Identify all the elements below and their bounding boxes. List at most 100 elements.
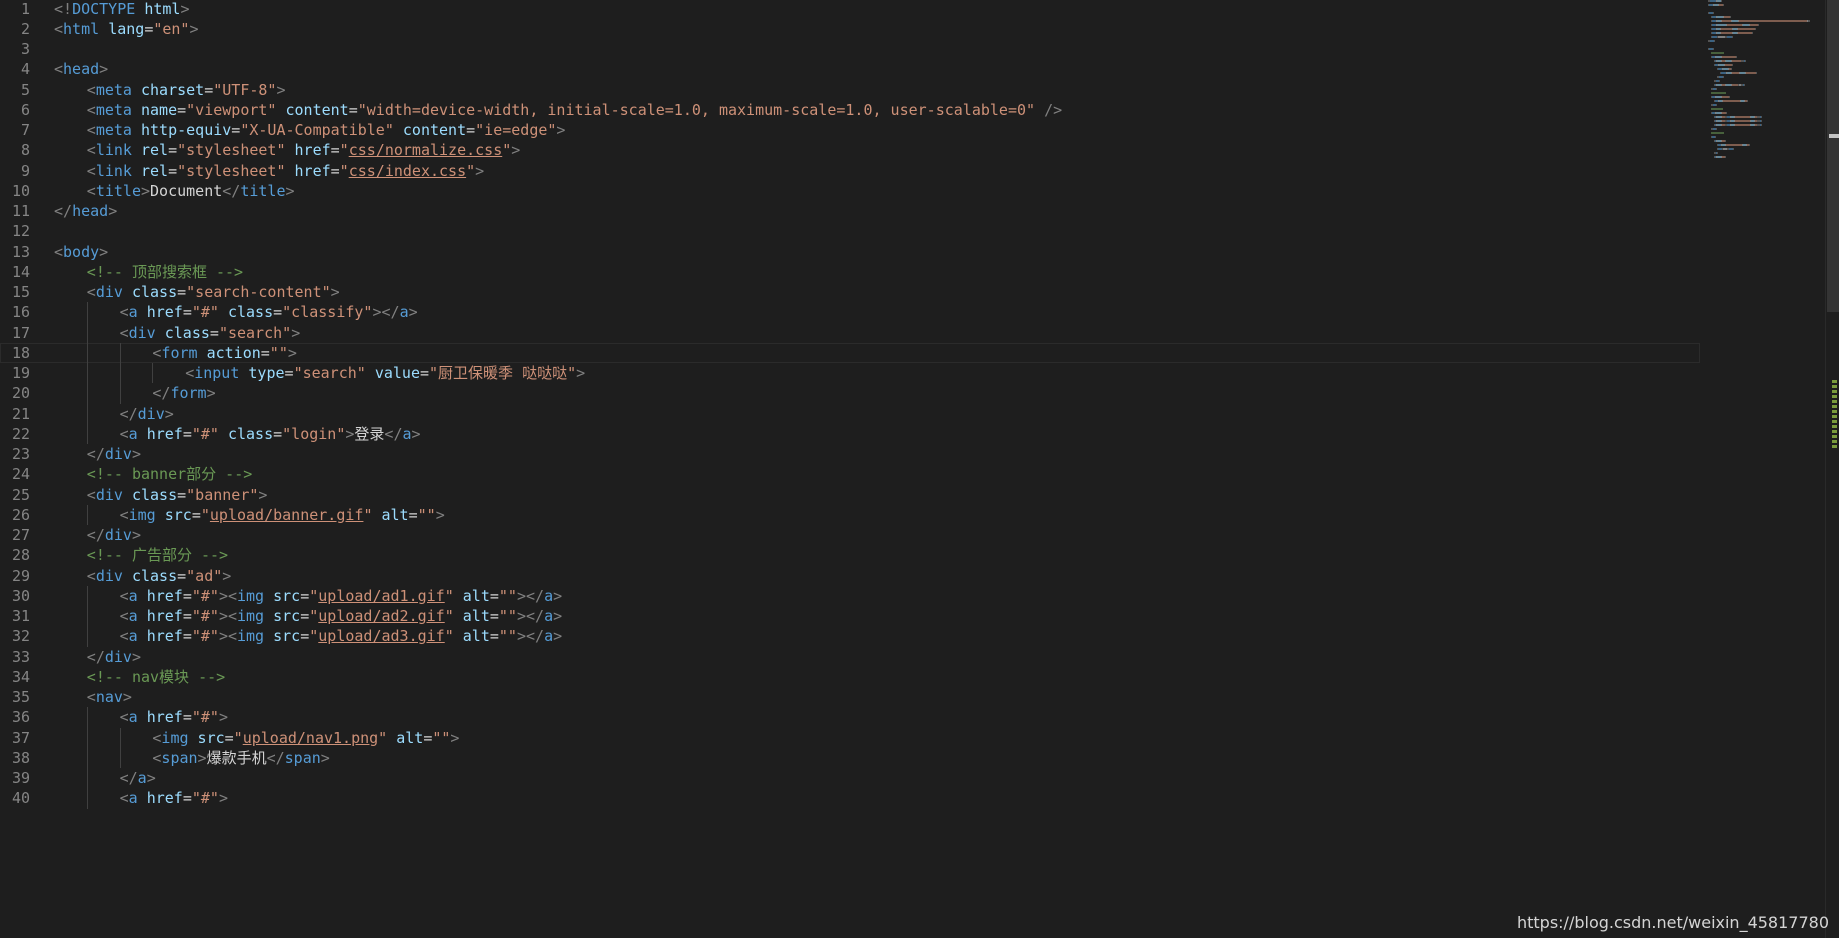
minimap-token [1721,28,1732,30]
code-line[interactable]: 10 <title>Document</title> [0,181,1700,201]
code-string: "search-content" [186,283,331,301]
line-code: </div> [87,525,141,545]
code-tag-name: link [95,161,132,180]
line-number: 30 [11,586,30,605]
code-line[interactable]: 31 <a href="#"><img src="upload/ad2.gif" … [0,606,1700,627]
line-code: <img src="upload/banner.gif" alt=""> [120,505,445,525]
line-code: </head> [54,201,117,221]
code-text: = [182,424,192,443]
code-punctuation: > [131,445,141,463]
line-code: <div class="search"> [120,323,301,343]
code-attribute: class [164,323,210,342]
code-tag-name: title [240,181,286,200]
code-string: " [309,607,319,625]
code-text: = [209,323,219,342]
code-text: = [348,100,358,119]
code-line[interactable]: 27 </div> [0,525,1700,545]
code-line[interactable]: 3 [0,39,1700,59]
code-line[interactable]: 29 <div class="ad"> [0,566,1700,586]
code-line[interactable]: 19 <input type="search" value="厨卫保暖季 哒哒哒"… [0,363,1700,384]
code-line[interactable]: 36 <a href="#"> [0,707,1700,728]
code-line[interactable]: 14 <!-- 顶部搜索框 --> [0,262,1700,282]
code-editor[interactable]: 1 <!DOCTYPE html> 2 <html lang="en"> 3 4 <head… [0,0,1839,938]
code-attribute: href [146,303,183,322]
code-line[interactable]: 24 <!-- banner部分 --> [0,464,1700,484]
code-string: "stylesheet" [177,161,286,180]
line-code: <a href="#" class="login">登录</a> [120,424,421,444]
indent-guide [86,322,88,343]
code-line[interactable]: 28 <!-- 广告部分 --> [0,545,1700,565]
minimap-token [1721,0,1722,2]
line-code: <!-- 广告部分 --> [87,545,228,565]
code-line[interactable]: 37 <img src="upload/nav1.png" alt=""> [0,727,1700,748]
code-line[interactable]: 6 <meta name="viewport" content="width=de… [0,100,1700,120]
code-text: = [182,708,192,727]
code-line[interactable]: 4 <head> [0,59,1700,79]
indent-guide [119,342,121,363]
minimap-token [1727,24,1742,26]
code-string: " [444,607,454,625]
code-line[interactable]: 39 </a> [0,768,1700,789]
code-line[interactable]: 22 <a href="#" class="login">登录</a> [0,423,1700,444]
vertical-scrollbar[interactable] [1825,0,1839,938]
code-text: 爆款手机 [206,748,267,767]
code-line[interactable]: 8 <link rel="stylesheet" href="css/normal… [0,140,1700,160]
code-tag-name: a [128,586,138,605]
minimap[interactable] [1708,0,1826,170]
code-line[interactable]: 30 <a href="#"><img src="upload/ad1.gif" … [0,585,1700,606]
indent-guide [86,504,88,525]
minimap-token [1744,84,1745,86]
code-tag-name: a [137,769,147,787]
code-line[interactable]: 16 <a href="#" class="classify"></a> [0,302,1700,323]
code-text: = [177,283,187,301]
code-line[interactable]: 34 <!-- nav模块 --> [0,667,1700,687]
code-attribute: href [146,586,183,605]
code-line[interactable]: 23 </div> [0,444,1700,464]
code-line[interactable]: 12 [0,221,1700,241]
code-text: = [191,505,201,524]
code-punctuation: > [197,748,207,767]
code-punctuation: < [86,181,96,200]
code-punctuation: > [285,181,295,200]
code-line[interactable]: 40 <a href="#"> [0,788,1700,809]
code-line[interactable]: 9 <link rel="stylesheet" href="css/index.… [0,161,1700,181]
code-line[interactable]: 32 <a href="#"><img src="upload/ad3.gif" … [0,626,1700,647]
code-text: = [144,19,154,38]
line-number: 25 [11,485,30,504]
line-number: 40 [11,789,30,808]
code-line[interactable]: 15 <div class="search-content"> [0,282,1700,302]
code-line[interactable]: 1 <!DOCTYPE html> [0,0,1700,19]
code-lines[interactable]: 1 <!DOCTYPE html> 2 <html lang="en"> 3 4 <head… [0,0,1700,938]
code-attribute: name [140,100,178,119]
code-punctuation: < [86,80,96,99]
line-code: <meta charset="UTF-8"> [87,80,286,100]
scrollbar-thumb[interactable] [1827,0,1839,312]
code-attribute: href [294,141,331,160]
code-line[interactable]: 26 <img src="upload/banner.gif" alt=""> [0,504,1700,525]
indent-guide [86,626,88,647]
code-link: upload/banner.gif [209,505,364,524]
code-line[interactable]: 5 <meta charset="UTF-8"> [0,80,1700,100]
code-punctuation: </ [384,424,403,443]
code-line[interactable]: 2 <html lang="en"> [0,19,1700,39]
code-line[interactable]: 13 <body> [0,242,1700,262]
code-punctuation: ></ [516,607,545,625]
line-number: 19 [11,364,30,382]
code-line[interactable]: 18 <form action=""> [0,342,1700,363]
code-line[interactable]: 7 <meta http-equiv="X-UA-Compatible" cont… [0,120,1700,140]
line-number: 34 [11,667,30,686]
code-line[interactable]: 20 </form> [0,383,1700,404]
minimap-token [1732,36,1733,38]
code-line[interactable]: 38 <span>爆款手机</span> [0,747,1700,768]
code-line[interactable]: 11 </head> [0,201,1700,221]
code-line[interactable]: 35 <nav> [0,687,1700,707]
code-line[interactable]: 21 </div> [0,403,1700,424]
code-line[interactable]: 33 </div> [0,647,1700,667]
code-line[interactable]: 17 <div class="search"> [0,322,1700,343]
indent-guide [86,727,88,748]
code-line[interactable]: 25 <div class="banner"> [0,485,1700,505]
